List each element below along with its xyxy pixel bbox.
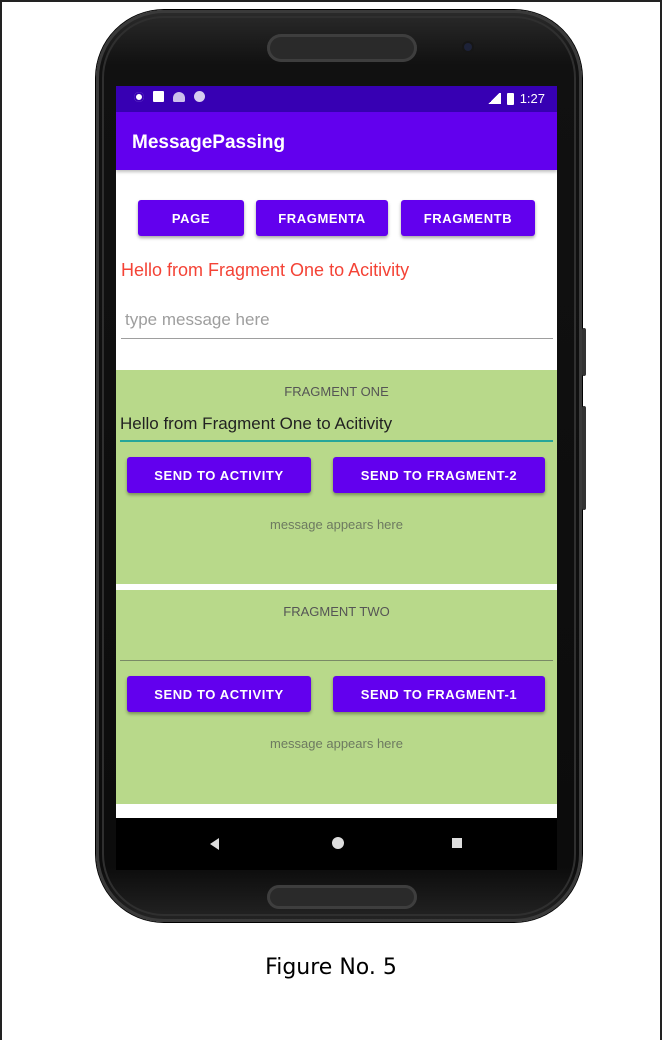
navigation-bar [116,818,557,870]
activity-message: Hello from Fragment One to Acitivity [121,260,410,280]
status-time: 1:27 [519,91,545,106]
home-icon[interactable] [332,837,344,849]
send-to-fragment-2-button[interactable]: SEND TO FRAGMENT-2 [333,457,545,493]
fragment-two-message: message appears here [270,736,403,751]
circle-icon [194,91,205,102]
back-icon[interactable] [210,838,219,850]
app-title: MessagePassing [132,132,286,153]
fragment-one: FRAGMENT ONE Hello from Fragment One to … [116,370,557,584]
fragment-one-input-value: Hello from Fragment One to Acitivity [120,414,393,433]
box-icon [153,91,164,102]
fragment-one-title: FRAGMENT ONE [284,384,389,399]
activity-input-placeholder: type message here [125,310,270,329]
activity-message-input[interactable]: type message here [121,308,553,339]
page-button[interactable]: PAGE [138,200,244,236]
battery-icon [506,92,514,105]
volume-button[interactable] [582,328,586,376]
figure-caption: Figure No. 5 [265,955,397,980]
bottom-speaker [267,885,417,909]
gear-icon [134,91,144,102]
fragment-two-input[interactable] [120,630,553,661]
fragment-two-send-activity-button[interactable]: SEND TO ACTIVITY [127,676,311,712]
fragment-one-send-activity-button[interactable]: SEND TO ACTIVITY [127,457,311,493]
fragment-one-input[interactable]: Hello from Fragment One to Acitivity [120,410,553,442]
fragment-one-message: message appears here [270,517,403,532]
front-camera [464,43,472,51]
status-bar: 1:27 [116,86,557,112]
top-speaker [267,34,417,62]
power-button[interactable] [582,406,586,510]
signal-icon [486,93,501,104]
app-screen: 1:27 MessagePassing PAGE FRAGMENTA FRAGM… [116,86,557,818]
fragmentb-button[interactable]: FRAGMENTB [401,200,535,236]
fragment-two-title: FRAGMENT TWO [283,604,390,619]
fragment-two: FRAGMENT TWO SEND TO ACTIVITY SEND TO FR… [116,590,557,804]
recents-icon[interactable] [452,838,462,848]
wifi-icon [173,91,185,102]
app-bar: MessagePassing [116,112,557,170]
send-to-fragment-1-button[interactable]: SEND TO FRAGMENT-1 [333,676,545,712]
fragmenta-button[interactable]: FRAGMENTA [256,200,388,236]
